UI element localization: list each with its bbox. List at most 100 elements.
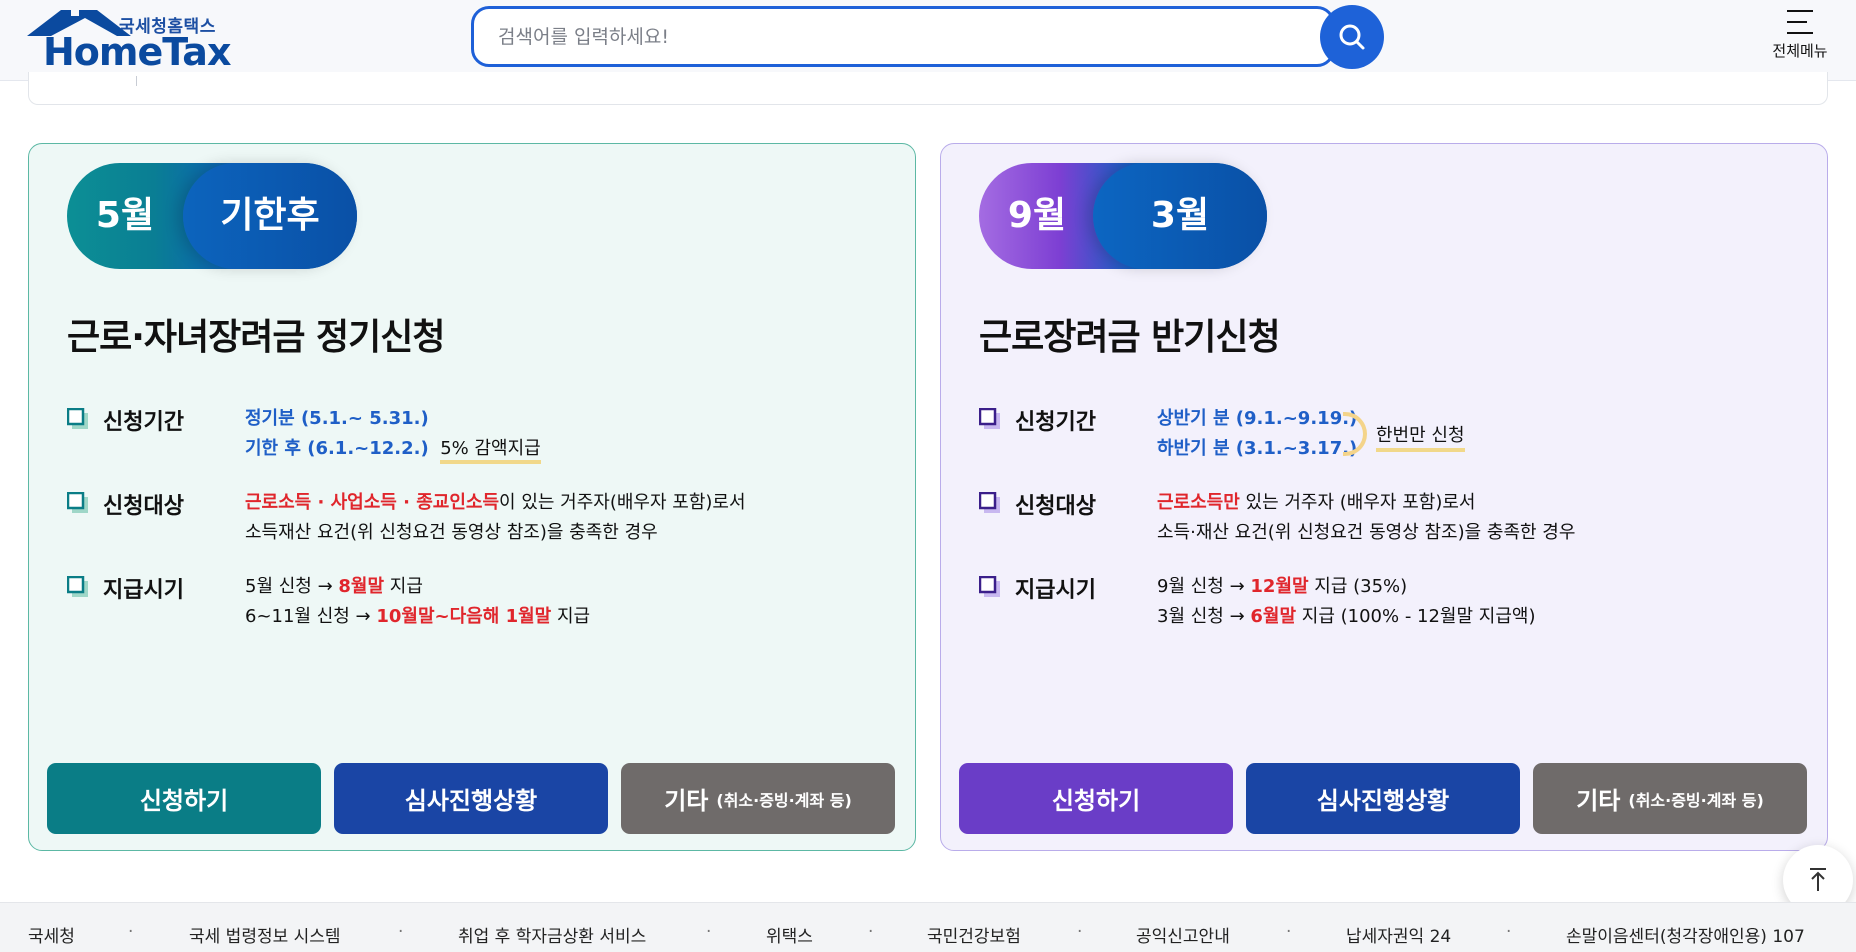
- row-eligibility: 신청대상 근로소득만 있는 거주자 (배우자 포함)로서 소득·재산 요건(위 …: [979, 488, 1819, 548]
- row-body: 근로소득 · 사업소득 · 종교인소득이 있는 거주자(배우자 포함)로서 소득…: [245, 488, 746, 548]
- footer-links: 국세청 · 국세 법령정보 시스템 · 취업 후 학자금상환 서비스 · 위택스…: [0, 902, 1856, 952]
- footer-separator: ·: [1286, 922, 1292, 942]
- apply-button-label: 신청하기: [1051, 787, 1141, 815]
- checkbox-square-icon: [67, 576, 88, 597]
- footer-link-nhis[interactable]: 국민건강보험: [927, 922, 1021, 947]
- eligibility-text: 있는 거주자 (배우자 포함)로서: [1239, 492, 1476, 513]
- footer-separator: ·: [706, 922, 712, 942]
- apply-button[interactable]: 신청하기: [47, 763, 321, 834]
- period-pill: 5월 기한후: [67, 163, 357, 269]
- payment-text: 3월 신청 →: [1157, 606, 1251, 627]
- card-buttons: 신청하기 심사진행상황 기타 (취소·증빙·계좌 등): [47, 763, 897, 834]
- footer-separator: ·: [868, 922, 874, 942]
- search-box: [471, 6, 1335, 67]
- payment-text: 지급 (35%): [1308, 576, 1408, 597]
- card-title: 근로장려금 반기신청: [979, 317, 1281, 358]
- apply-button[interactable]: 신청하기: [959, 763, 1233, 834]
- regular-period: 정기분 (5.1.~ 5.31.): [245, 408, 429, 429]
- bracket-decoration: [1343, 412, 1367, 456]
- apply-button-label: 신청하기: [139, 787, 229, 815]
- first-half-period: 상반기 분 (9.1.~9.19.): [1157, 408, 1358, 429]
- income-types: 근로소득 · 사업소득 · 종교인소득: [245, 492, 500, 513]
- card-buttons: 신청하기 심사진행상황 기타 (취소·증빙·계좌 등): [959, 763, 1809, 834]
- payment-text: 지급: [384, 576, 423, 597]
- payment-text: 지급: [551, 606, 591, 627]
- row-label: 신청대상: [103, 494, 184, 519]
- row-label: 지급시기: [103, 578, 184, 603]
- row-label: 지급시기: [1015, 578, 1096, 603]
- payment-text: 6~11월 신청 →: [245, 606, 377, 627]
- pill-after-deadline-label: 기한후: [220, 195, 320, 236]
- header: 국세청홈택스 HomeTax 전체메뉴: [0, 0, 1856, 81]
- footer-separator: ·: [128, 922, 134, 942]
- pill-month-label: 9월: [1007, 195, 1067, 236]
- row-payment-time: 지급시기 9월 신청 → 12월말 지급 (35%) 3월 신청 → 6월말 지…: [979, 572, 1819, 632]
- breadcrumb-divider: [136, 76, 137, 86]
- pill-month-label: 5월: [95, 195, 155, 236]
- search-input[interactable]: [498, 21, 1278, 53]
- pill-highlight: 3월: [1093, 163, 1267, 269]
- full-menu-button[interactable]: 전체메뉴: [1755, 6, 1845, 68]
- footer-separator: ·: [398, 922, 404, 942]
- footer-link-nts[interactable]: 국세청: [28, 922, 75, 947]
- row-application-period: 신청기간 정기분 (5.1.~ 5.31.) 기한 후 (6.1.~12.2.)…: [67, 404, 907, 464]
- etc-button-label: 기타: [664, 787, 709, 815]
- checkbox-square-icon: [979, 492, 1000, 513]
- checkbox-square-icon: [979, 576, 1000, 597]
- etc-button-sublabel: (취소·증빙·계좌 등): [716, 790, 852, 810]
- footer-link-whistleblower[interactable]: 공익신고안내: [1136, 922, 1230, 947]
- review-status-label: 심사진행상황: [1316, 787, 1450, 815]
- checkbox-square-icon: [979, 408, 1000, 429]
- logo-wordmark: HomeTax: [43, 30, 231, 74]
- row-body: 9월 신청 → 12월말 지급 (35%) 3월 신청 → 6월말 지급 (10…: [1157, 572, 1535, 632]
- row-body: 근로소득만 있는 거주자 (배우자 포함)로서 소득·재산 요건(위 신청요건 …: [1157, 488, 1575, 548]
- half-year-application-card: 9월 3월 근로장려금 반기신청 신청기간 상반기 분 (9.1.~9.19.)…: [940, 143, 1828, 851]
- row-label: 신청기간: [103, 410, 184, 435]
- etc-button-label: 기타: [1576, 787, 1621, 815]
- row-eligibility: 신청대상 근로소득 · 사업소득 · 종교인소득이 있는 거주자(배우자 포함)…: [67, 488, 907, 548]
- row-payment-time: 지급시기 5월 신청 → 8월말 지급 6~11월 신청 → 10월말~다음해 …: [67, 572, 907, 632]
- hamburger-menu-icon: [1787, 10, 1813, 34]
- period-pill: 9월 3월: [979, 163, 1267, 269]
- etc-button[interactable]: 기타 (취소·증빙·계좌 등): [621, 763, 895, 834]
- payment-text: 지급 (100% - 12월말 지급액): [1296, 606, 1536, 627]
- payment-text: 9월 신청 →: [1157, 576, 1251, 597]
- checkbox-square-icon: [67, 492, 88, 513]
- etc-button-sublabel: (취소·증빙·계좌 등): [1628, 790, 1764, 810]
- row-application-period: 신청기간 상반기 분 (9.1.~9.19.) 하반기 분 (3.1.~3.17…: [979, 404, 1819, 464]
- footer-separator: ·: [1077, 922, 1083, 942]
- payment-date: 6월말: [1250, 606, 1297, 627]
- review-status-label: 심사진행상황: [404, 787, 538, 815]
- second-half-period: 하반기 분 (3.1.~3.17.): [1157, 438, 1358, 459]
- row-body: 5월 신청 → 8월말 지급 6~11월 신청 → 10월말~다음해 1월말 지…: [245, 572, 590, 632]
- eligibility-text: 이 있는 거주자(배우자 포함)로서: [499, 492, 746, 513]
- payment-date: 12월말: [1250, 576, 1309, 597]
- etc-button[interactable]: 기타 (취소·증빙·계좌 등): [1533, 763, 1807, 834]
- footer-link-relay-center[interactable]: 손말이음센터(청각장애인용) 107: [1566, 922, 1805, 947]
- search-button[interactable]: [1320, 5, 1384, 69]
- eligibility-text: 소득·재산 요건(위 신청요건 동영상 참조)을 충족한 경우: [1157, 522, 1576, 543]
- full-menu-label: 전체메뉴: [1772, 42, 1828, 60]
- row-body: 정기분 (5.1.~ 5.31.) 기한 후 (6.1.~12.2.) 5% 감…: [245, 404, 541, 464]
- footer-link-law-info[interactable]: 국세 법령정보 시스템: [189, 922, 341, 947]
- once-only-note: 한번만 신청: [1376, 421, 1465, 452]
- footer-link-wetax[interactable]: 위택스: [766, 922, 813, 947]
- regular-application-card: 5월 기한후 근로·자녀장려금 정기신청 신청기간 정기분 (5.1.~ 5.3…: [28, 143, 916, 851]
- reduced-payment-note: 5% 감액지급: [440, 438, 541, 464]
- search-icon: [1339, 24, 1365, 50]
- row-label: 신청기간: [1015, 410, 1096, 435]
- pill-highlight: 기한후: [183, 163, 357, 269]
- late-period: 기한 후 (6.1.~12.2.): [245, 438, 429, 459]
- review-status-button[interactable]: 심사진행상황: [334, 763, 608, 834]
- review-status-button[interactable]: 심사진행상황: [1246, 763, 1520, 834]
- breadcrumb-panel: [28, 72, 1828, 105]
- footer-separator: ·: [1506, 922, 1512, 942]
- hometax-logo[interactable]: 국세청홈택스 HomeTax: [27, 8, 231, 74]
- eligibility-text: 소득재산 요건(위 신청요건 동영상 참조)을 충족한 경우: [245, 522, 658, 543]
- payment-date: 8월말: [338, 576, 385, 597]
- footer-link-student-loan[interactable]: 취업 후 학자금상환 서비스: [458, 922, 646, 947]
- footer-link-taxpayer-rights[interactable]: 납세자권익 24: [1346, 922, 1451, 947]
- pill-month-label: 3월: [1150, 195, 1210, 236]
- income-types: 근로소득만: [1157, 492, 1240, 513]
- payment-date: 10월말~다음해 1월말: [376, 606, 552, 627]
